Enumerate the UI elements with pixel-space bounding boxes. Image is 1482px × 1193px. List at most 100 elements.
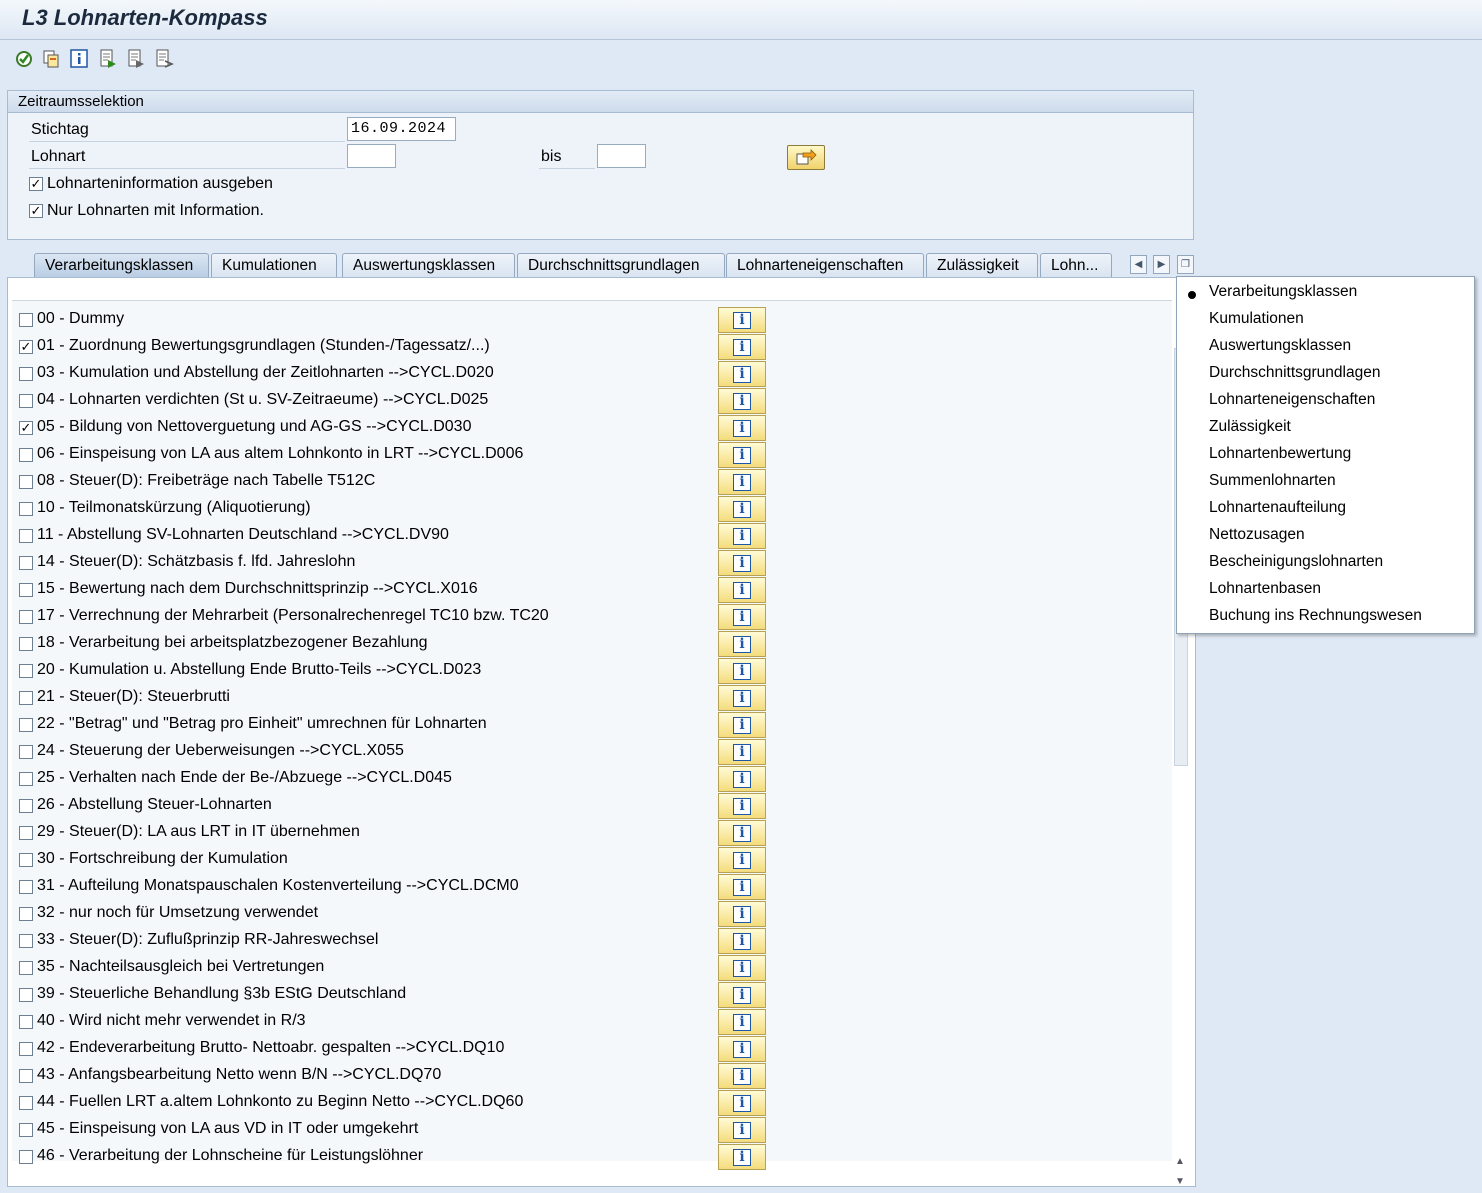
item-checkbox[interactable] xyxy=(19,718,33,732)
menu-item[interactable]: Bescheinigungslohnarten xyxy=(1209,553,1383,571)
menu-item[interactable]: Verarbeitungsklassen xyxy=(1209,283,1357,301)
menu-item[interactable]: Kumulationen xyxy=(1209,310,1304,328)
menu-item[interactable]: Lohnartenbasen xyxy=(1209,580,1321,598)
info-button[interactable]: i xyxy=(718,442,766,468)
info-button[interactable]: i xyxy=(718,1090,766,1116)
info-button[interactable]: i xyxy=(718,955,766,981)
item-checkbox[interactable] xyxy=(19,961,33,975)
info-button[interactable]: i xyxy=(718,496,766,522)
info-button[interactable]: i xyxy=(718,415,766,441)
menu-item[interactable]: Durchschnittsgrundlagen xyxy=(1209,364,1380,382)
info-button[interactable]: i xyxy=(718,577,766,603)
item-checkbox[interactable] xyxy=(19,772,33,786)
tab-more[interactable]: Lohn... xyxy=(1040,253,1112,277)
scroll-up-icon[interactable]: ▲ xyxy=(1175,1156,1185,1167)
menu-item[interactable]: Buchung ins Rechnungswesen xyxy=(1209,607,1422,625)
info-button[interactable]: i xyxy=(718,685,766,711)
item-checkbox[interactable] xyxy=(19,745,33,759)
item-checkbox[interactable] xyxy=(19,394,33,408)
info-button[interactable]: i xyxy=(718,712,766,738)
item-checkbox[interactable] xyxy=(19,529,33,543)
menu-item[interactable]: Auswertungsklassen xyxy=(1209,337,1351,355)
info-button[interactable]: i xyxy=(718,307,766,333)
item-checkbox[interactable] xyxy=(19,448,33,462)
option2-checkbox[interactable]: ✓ xyxy=(29,204,43,218)
info-button[interactable]: i xyxy=(718,739,766,765)
info-button[interactable]: i xyxy=(718,1036,766,1062)
stichtag-field[interactable]: 16.09.2024 xyxy=(347,117,456,141)
item-checkbox[interactable] xyxy=(19,313,33,327)
item-checkbox[interactable] xyxy=(19,475,33,489)
item-checkbox[interactable] xyxy=(19,583,33,597)
info-button[interactable]: i xyxy=(718,901,766,927)
info-button[interactable]: i xyxy=(718,1117,766,1143)
item-checkbox[interactable] xyxy=(19,367,33,381)
export-icon-3[interactable] xyxy=(154,48,174,70)
info-button[interactable]: i xyxy=(718,874,766,900)
info-button[interactable]: i xyxy=(718,604,766,630)
info-button[interactable]: i xyxy=(718,1009,766,1035)
info-button[interactable]: i xyxy=(718,388,766,414)
info-button[interactable]: i xyxy=(718,334,766,360)
tab-durchschnittsgrundlagen[interactable]: Durchschnittsgrundlagen xyxy=(517,253,725,277)
menu-item[interactable]: Lohnartenaufteilung xyxy=(1209,499,1346,517)
item-checkbox[interactable] xyxy=(19,799,33,813)
item-checkbox[interactable] xyxy=(19,556,33,570)
info-button[interactable]: i xyxy=(718,631,766,657)
tab-lohnarteneigenschaften[interactable]: Lohnarteneigenschaften xyxy=(726,253,924,277)
menu-item[interactable]: Zulässigkeit xyxy=(1209,418,1291,436)
tab-scroll-left-button[interactable]: ◀ xyxy=(1130,255,1147,274)
info-button[interactable]: i xyxy=(718,658,766,684)
menu-item[interactable]: Nettozusagen xyxy=(1209,526,1305,544)
tab-auswertungsklassen[interactable]: Auswertungsklassen xyxy=(342,253,515,277)
item-checkbox[interactable] xyxy=(19,637,33,651)
item-checkbox[interactable] xyxy=(19,853,33,867)
item-checkbox[interactable] xyxy=(19,1015,33,1029)
menu-item[interactable]: Summenlohnarten xyxy=(1209,472,1336,490)
option1-checkbox[interactable]: ✓ xyxy=(29,177,43,191)
info-button[interactable]: i xyxy=(718,982,766,1008)
info-button[interactable]: i xyxy=(718,550,766,576)
menu-item[interactable]: Lohnartenbewertung xyxy=(1209,445,1351,463)
item-checkbox[interactable] xyxy=(19,988,33,1002)
info-button[interactable]: i xyxy=(718,523,766,549)
copy-icon[interactable] xyxy=(41,48,61,70)
item-checkbox[interactable] xyxy=(19,502,33,516)
info-button[interactable]: i xyxy=(718,469,766,495)
menu-item[interactable]: Lohnarteneigenschaften xyxy=(1209,391,1375,409)
item-checkbox[interactable] xyxy=(19,826,33,840)
multiple-selection-button[interactable] xyxy=(787,145,825,170)
info-icon[interactable] xyxy=(69,48,89,70)
item-checkbox[interactable]: ✓ xyxy=(19,340,33,354)
tab-list-button[interactable]: ❐ xyxy=(1177,255,1194,274)
item-checkbox[interactable] xyxy=(19,1096,33,1110)
item-checkbox[interactable] xyxy=(19,907,33,921)
item-checkbox[interactable] xyxy=(19,880,33,894)
tab-scroll-right-button[interactable]: ▶ xyxy=(1153,255,1170,274)
export-icon[interactable] xyxy=(98,48,118,70)
lohnart-from-field[interactable] xyxy=(347,144,396,168)
item-checkbox[interactable] xyxy=(19,691,33,705)
item-checkbox[interactable] xyxy=(19,664,33,678)
lohnart-to-field[interactable] xyxy=(597,144,646,168)
info-button[interactable]: i xyxy=(718,1063,766,1089)
item-checkbox[interactable] xyxy=(19,1042,33,1056)
tab-kumulationen[interactable]: Kumulationen xyxy=(211,253,337,277)
item-checkbox[interactable] xyxy=(19,1069,33,1083)
tab-zulaessigkeit[interactable]: Zulässigkeit xyxy=(926,253,1038,277)
item-checkbox[interactable] xyxy=(19,610,33,624)
export-icon-2[interactable] xyxy=(126,48,146,70)
info-button[interactable]: i xyxy=(718,928,766,954)
info-button[interactable]: i xyxy=(718,1144,766,1170)
scroll-down-icon[interactable]: ▼ xyxy=(1175,1176,1185,1187)
info-button[interactable]: i xyxy=(718,766,766,792)
execute-icon[interactable] xyxy=(14,48,34,70)
info-button[interactable]: i xyxy=(718,793,766,819)
info-button[interactable]: i xyxy=(718,847,766,873)
item-checkbox[interactable] xyxy=(19,1150,33,1164)
tab-verarbeitungsklassen[interactable]: Verarbeitungsklassen xyxy=(34,253,209,277)
item-checkbox[interactable] xyxy=(19,1123,33,1137)
info-button[interactable]: i xyxy=(718,820,766,846)
item-checkbox[interactable] xyxy=(19,934,33,948)
item-checkbox[interactable]: ✓ xyxy=(19,421,33,435)
